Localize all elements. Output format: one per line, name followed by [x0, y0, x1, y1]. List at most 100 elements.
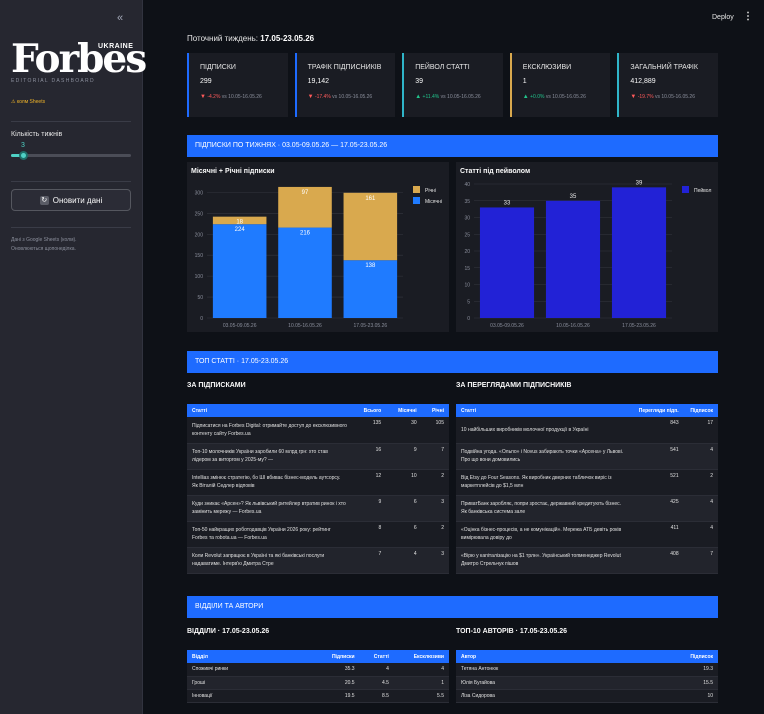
- bar-пейвол: [479, 207, 535, 318]
- column-header[interactable]: Автор: [456, 650, 636, 663]
- weeks-slider[interactable]: [11, 151, 131, 160]
- cell-value: 19.3: [636, 663, 718, 677]
- chart-title: Статті під пейволом: [460, 167, 530, 175]
- column-header[interactable]: Місячні: [386, 404, 422, 417]
- logo-region: UKRAINE: [98, 43, 134, 50]
- top-views-table[interactable]: Статті Перегляди підп. Підписок 10 найбільш…: [456, 404, 718, 576]
- table-row[interactable]: Тетяна Антонюк 19.3: [456, 663, 718, 677]
- column-header[interactable]: Підписки: [315, 650, 360, 663]
- section-banner-top-articles: ТОП СТАТТІ · 17.05-23.05.26: [187, 351, 718, 373]
- kpi-delta-value: +11.4%: [422, 94, 440, 100]
- authors-table[interactable]: Автор Підписок Тетяна Антонюк 19.3 Юлія Буга…: [456, 650, 718, 714]
- table-row[interactable]: 10 найбільших виробників молочної продук…: [456, 417, 718, 444]
- table-row[interactable]: Коли Revolut запрацює в Україні та які б…: [187, 547, 449, 574]
- table-row[interactable]: Інновації 19.5 8.5 5.5: [187, 689, 449, 703]
- table-row[interactable]: Подвійна угода. «Ольпо» і Novus забирают…: [456, 443, 718, 470]
- cell-value: 4: [393, 663, 449, 677]
- kpi-delta-value: -4.2%: [207, 94, 221, 100]
- table-row[interactable]: Юлія Бугайова 15.5: [456, 676, 718, 690]
- table-row[interactable]: Intellias змінює стратегію, бо ШІ вбиває…: [187, 469, 449, 496]
- column-header[interactable]: Підписок: [683, 404, 718, 417]
- table-row[interactable]: «Оцінка бізнес-процесів, а не комунікаці…: [456, 521, 718, 548]
- y-tick-label: 0: [467, 316, 470, 322]
- cell-value: 19.5: [315, 689, 360, 703]
- table-row[interactable]: Споживчі ринки 35.3 4 4: [187, 663, 449, 677]
- top-subs-table[interactable]: Статті Всього Місячні Річні Підписатися на F…: [187, 404, 449, 576]
- cell-label: Гроші: [187, 676, 315, 690]
- weeks-slider-thumb[interactable]: [19, 151, 28, 160]
- column-header[interactable]: Підписок: [636, 650, 718, 663]
- y-tick-label: 0: [200, 316, 203, 322]
- column-header[interactable]: Статті: [187, 404, 352, 417]
- y-tick-label: 40: [464, 182, 470, 188]
- collapse-sidebar-icon[interactable]: «: [117, 12, 123, 24]
- table-row[interactable]: Топ-10 молочників України заробили 60 мл…: [187, 443, 449, 470]
- table-row[interactable]: Ліза Сидорова 10: [456, 689, 718, 703]
- data-source-note: Дані з Google Sheets (колм). Оновлюються…: [11, 236, 77, 254]
- kpi-label: ЗАГАЛЬНИЙ ТРАФІК: [630, 64, 698, 71]
- column-header[interactable]: Ексклюзиви: [393, 650, 449, 663]
- column-header[interactable]: Річні: [421, 404, 449, 417]
- table-row[interactable]: Куди зникає «Арсен»? Як львівський ритей…: [187, 495, 449, 522]
- kpi-delta-value: +0.0%: [530, 94, 545, 100]
- cell-value: 2: [421, 521, 449, 548]
- cell-value: 4: [359, 663, 394, 677]
- data-label: 33: [504, 200, 511, 206]
- kpi-value: 412,889: [630, 78, 656, 85]
- kpi-label: ТРАФІК ПІДПИСНИКІВ: [307, 64, 382, 71]
- cell-value: 2: [683, 469, 718, 496]
- kpi-card: ЕКСКЛЮЗИВИ 1 ▲ +0.0% vs 10.05-16.05.26: [509, 53, 611, 117]
- cell-value: 7: [683, 547, 718, 574]
- main-menu-icon[interactable]: ⋮: [743, 11, 753, 22]
- column-header[interactable]: Статті: [359, 650, 394, 663]
- kpi-row: ПІДПИСКИ 299 ▼ -4.2% vs 10.05-16.05.26 ТРАФ…: [187, 53, 718, 117]
- chart-subscriptions-panel: Місячні + Річні підписки 0 50 100 150 200 250 3…: [187, 162, 449, 332]
- table-row[interactable]: Від Etsy до Four Seasons. Як виробник дв…: [456, 469, 718, 496]
- table-header-row: Статті Перегляди підп. Підписок: [456, 404, 718, 417]
- note-line: Дані з Google Sheets (колм).: [11, 237, 77, 243]
- y-tick-label: 50: [197, 295, 203, 301]
- kpi-card: ТРАФІК ПІДПИСНИКІВ 19,142 ▼ -17.4% vs 10.0…: [294, 53, 396, 117]
- y-tick-label: 35: [464, 199, 470, 205]
- sidebar-divider: [11, 227, 131, 228]
- sidebar: « Forbes UKRAINE EDITORIAL DASHBOARD ⚠ к…: [0, 0, 147, 714]
- top-subs-title: ЗА ПІДПИСКАМИ: [187, 382, 246, 389]
- table-row[interactable]: ПриватБанк заробляє, попри зростає, держ…: [456, 495, 718, 522]
- trend-arrow-icon: ▼: [307, 94, 314, 100]
- table-header-row: Відділ Підписки Статті Ексклюзиви: [187, 650, 449, 663]
- kpi-value: 39: [415, 78, 423, 85]
- cell-value: 8: [352, 521, 387, 548]
- table-row[interactable]: «Вірю у капіталізацію на $1 трлн». Украї…: [456, 547, 718, 574]
- sidebar-divider: [11, 181, 131, 182]
- cell-value: 9: [386, 443, 422, 470]
- cell-label: «Оцінка бізнес-процесів, а не комунікаці…: [456, 521, 631, 548]
- table-header-row: Статті Всього Місячні Річні: [187, 404, 449, 417]
- column-header[interactable]: Всього: [352, 404, 387, 417]
- y-tick-label: 150: [195, 253, 204, 259]
- cell-label: Споживчі ринки: [187, 663, 315, 677]
- x-tick-label: 10.05-16.05.26: [556, 323, 590, 329]
- y-tick-label: 10: [464, 283, 470, 289]
- x-tick-label: 17.05-23.05.26: [622, 323, 656, 329]
- column-header[interactable]: Статті: [456, 404, 631, 417]
- trend-arrow-icon: ▲: [415, 94, 422, 100]
- cell-value: 16: [352, 443, 387, 470]
- column-header[interactable]: Відділ: [187, 650, 315, 663]
- deploy-button[interactable]: Deploy: [712, 14, 734, 21]
- departments-title: ВІДДІЛИ · 17.05-23.05.26: [187, 628, 270, 635]
- refresh-data-button[interactable]: ↻ Оновити дані: [11, 189, 131, 211]
- cell-label: Підписатися на Forbes Digital: отримайте…: [187, 417, 352, 444]
- departments-table[interactable]: Відділ Підписки Статті Ексклюзиви Споживчі р…: [187, 650, 449, 714]
- kpi-label: ПІДПИСКИ: [200, 64, 236, 71]
- sheets-link[interactable]: ⚠ колм Sheets: [11, 99, 45, 105]
- table-row[interactable]: Гроші 20.5 4.5 1: [187, 676, 449, 690]
- current-week-label: Поточний тиждень:: [187, 34, 259, 43]
- legend-label: Пейвол: [694, 187, 711, 194]
- column-header[interactable]: Перегляди підп.: [631, 404, 684, 417]
- weeks-slider-value: 3: [21, 142, 25, 149]
- kpi-value: 1: [522, 78, 527, 85]
- y-tick-label: 20: [464, 249, 470, 255]
- table-row[interactable]: Підписатися на Forbes Digital: отримайте…: [187, 417, 449, 444]
- table-row[interactable]: Топ-50 найкращих роботодавців України 20…: [187, 521, 449, 548]
- kpi-card: ПІДПИСКИ 299 ▼ -4.2% vs 10.05-16.05.26: [187, 53, 288, 117]
